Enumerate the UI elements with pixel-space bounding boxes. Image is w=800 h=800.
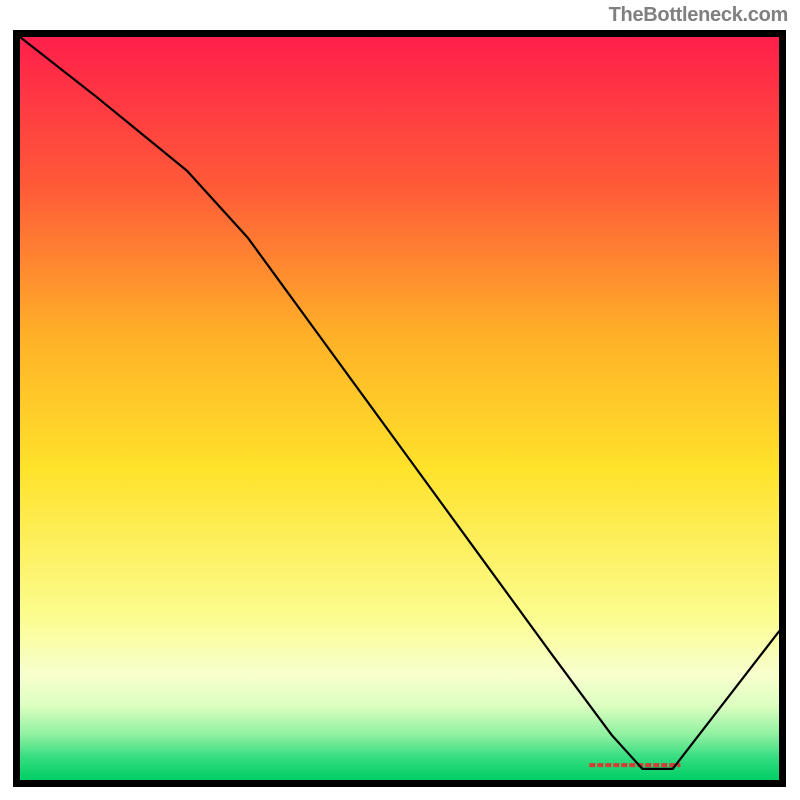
chart-svg (13, 30, 786, 787)
chart-background-gradient (20, 37, 779, 780)
attribution-text: TheBottleneck.com (609, 4, 788, 27)
chart-area (13, 30, 786, 787)
